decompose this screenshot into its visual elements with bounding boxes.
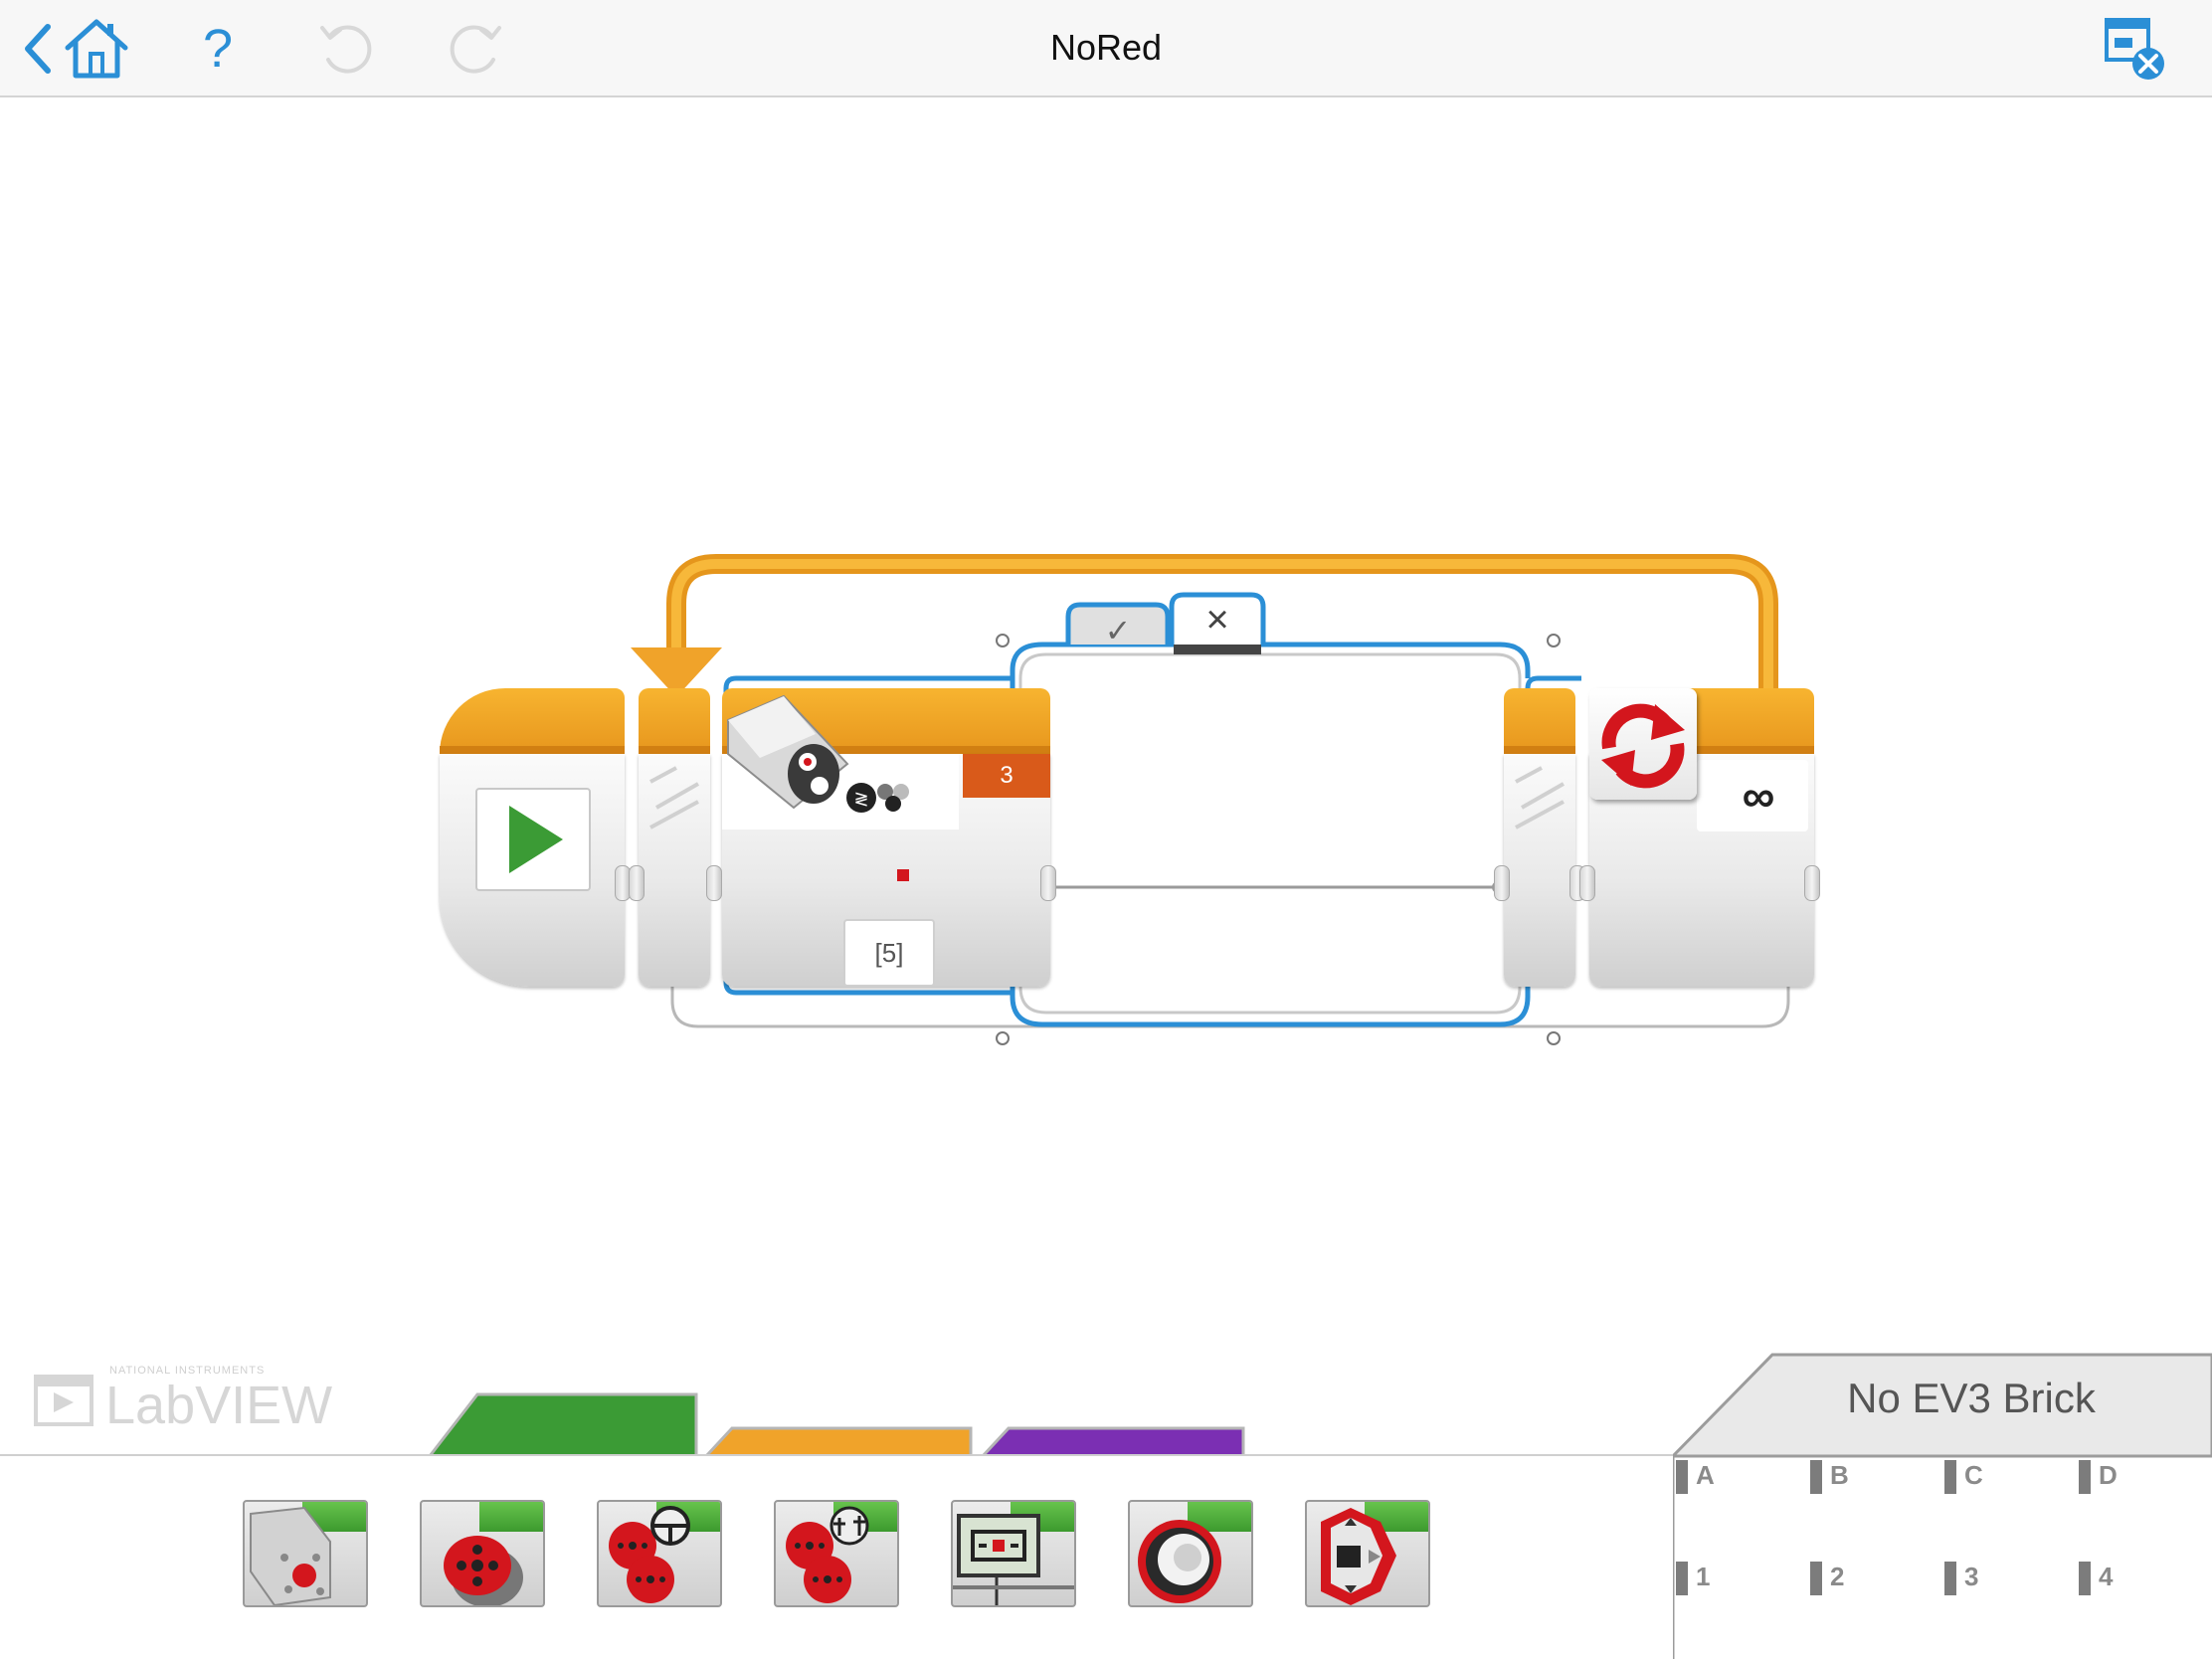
- move-steering-icon: [609, 1506, 690, 1603]
- brick-status-label: No EV3 Brick: [1847, 1375, 2096, 1421]
- redo-button[interactable]: [440, 14, 509, 84]
- loop-arrows-icon: [1601, 703, 1685, 789]
- sound-block[interactable]: [1128, 1500, 1253, 1607]
- brick-status-light-block[interactable]: [1305, 1500, 1430, 1607]
- undo-button[interactable]: [312, 14, 382, 84]
- loop-start-block[interactable]: [629, 688, 710, 987]
- case-tab-true-label: ✓: [1104, 613, 1132, 648]
- switch-sensor-block[interactable]: ≷ 3 [5]: [706, 688, 1056, 987]
- labview-logo-icon: [34, 1375, 93, 1426]
- large-motor-icon: [444, 1536, 523, 1605]
- labview-product: LabVIEW: [105, 1376, 333, 1435]
- sensor-port-2[interactable]: 2: [1810, 1562, 1930, 1595]
- sensor-port-1[interactable]: 1: [1676, 1562, 1795, 1595]
- compare-mode-icon: ≷: [846, 783, 909, 813]
- close-project-icon: [2105, 18, 2164, 80]
- sensor-port-label: 3: [1000, 762, 1014, 789]
- display-block[interactable]: [951, 1500, 1076, 1607]
- start-block[interactable]: [440, 688, 631, 987]
- palette-tab-sensor[interactable]: [979, 1426, 1245, 1458]
- loop-count-label: ∞: [1742, 770, 1775, 822]
- color-sensor-icon: [727, 694, 849, 810]
- sensor-port-badge[interactable]: 3: [963, 754, 1050, 798]
- help-button[interactable]: ?: [183, 14, 253, 84]
- color-set-value: [5]: [874, 938, 904, 968]
- medium-motor-block[interactable]: [243, 1500, 368, 1607]
- port-label: 3: [1964, 1562, 1979, 1591]
- loop-end-block[interactable]: ∞: [1579, 688, 1820, 987]
- help-label: ?: [202, 19, 234, 79]
- motor-port-c[interactable]: C: [1944, 1460, 2064, 1494]
- brick-status-light-icon: [1321, 1508, 1396, 1605]
- display-icon: [953, 1514, 1074, 1605]
- top-toolbar: ? NoRed: [0, 0, 2212, 97]
- port-label: 1: [1696, 1562, 1711, 1591]
- close-project-button[interactable]: [2101, 14, 2170, 84]
- chevron-left-icon: [25, 24, 51, 74]
- port-label: C: [1964, 1460, 1983, 1490]
- switch-end-block[interactable]: [1494, 688, 1585, 987]
- play-icon: [509, 806, 563, 873]
- loop-icon-tile: [1589, 688, 1697, 800]
- home-button[interactable]: [62, 14, 131, 84]
- large-motor-block[interactable]: [420, 1500, 545, 1607]
- case-tab-true[interactable]: ✓: [1070, 609, 1166, 652]
- move-steering-block[interactable]: [597, 1500, 722, 1607]
- port-label: A: [1696, 1460, 1715, 1490]
- brick-panel[interactable]: No EV3 Brick A B C D 1 2 3 4: [1673, 1353, 2212, 1659]
- play-button[interactable]: [475, 788, 591, 891]
- loop-gear-icon: [649, 766, 699, 830]
- palette-tabs: [426, 1392, 1245, 1458]
- palette-tab-action[interactable]: [426, 1392, 698, 1458]
- port-label: 4: [2099, 1562, 2114, 1591]
- sensor-port-4[interactable]: 4: [2079, 1562, 2198, 1595]
- move-tank-block[interactable]: [774, 1500, 899, 1607]
- switch-end-gear-icon: [1515, 766, 1565, 830]
- case-tab-false-label: ×: [1205, 598, 1229, 642]
- sound-icon: [1138, 1520, 1221, 1603]
- move-tank-icon: [786, 1506, 869, 1603]
- palette-tab-flow-control[interactable]: [702, 1426, 973, 1458]
- home-icon: [65, 19, 128, 79]
- medium-motor-icon: [250, 1506, 331, 1605]
- motor-port-b[interactable]: B: [1810, 1460, 1930, 1494]
- labview-watermark: NATIONAL INSTRUMENTS LabVIEW: [32, 1363, 370, 1435]
- output-indicator: [897, 869, 909, 881]
- port-label: 2: [1830, 1562, 1845, 1591]
- redo-icon: [450, 25, 501, 74]
- port-label: B: [1830, 1460, 1849, 1490]
- loop-count[interactable]: ∞: [1711, 764, 1806, 828]
- motor-port-a[interactable]: A: [1676, 1460, 1795, 1494]
- back-button[interactable]: [14, 14, 62, 84]
- svg-text:≷: ≷: [853, 789, 868, 810]
- color-set-input[interactable]: [5]: [843, 919, 935, 987]
- case-tab-false[interactable]: ×: [1174, 597, 1261, 643]
- undo-icon: [320, 25, 372, 74]
- sensor-port-3[interactable]: 3: [1944, 1562, 2064, 1595]
- motor-port-d[interactable]: D: [2079, 1460, 2198, 1494]
- port-label: D: [2099, 1460, 2118, 1490]
